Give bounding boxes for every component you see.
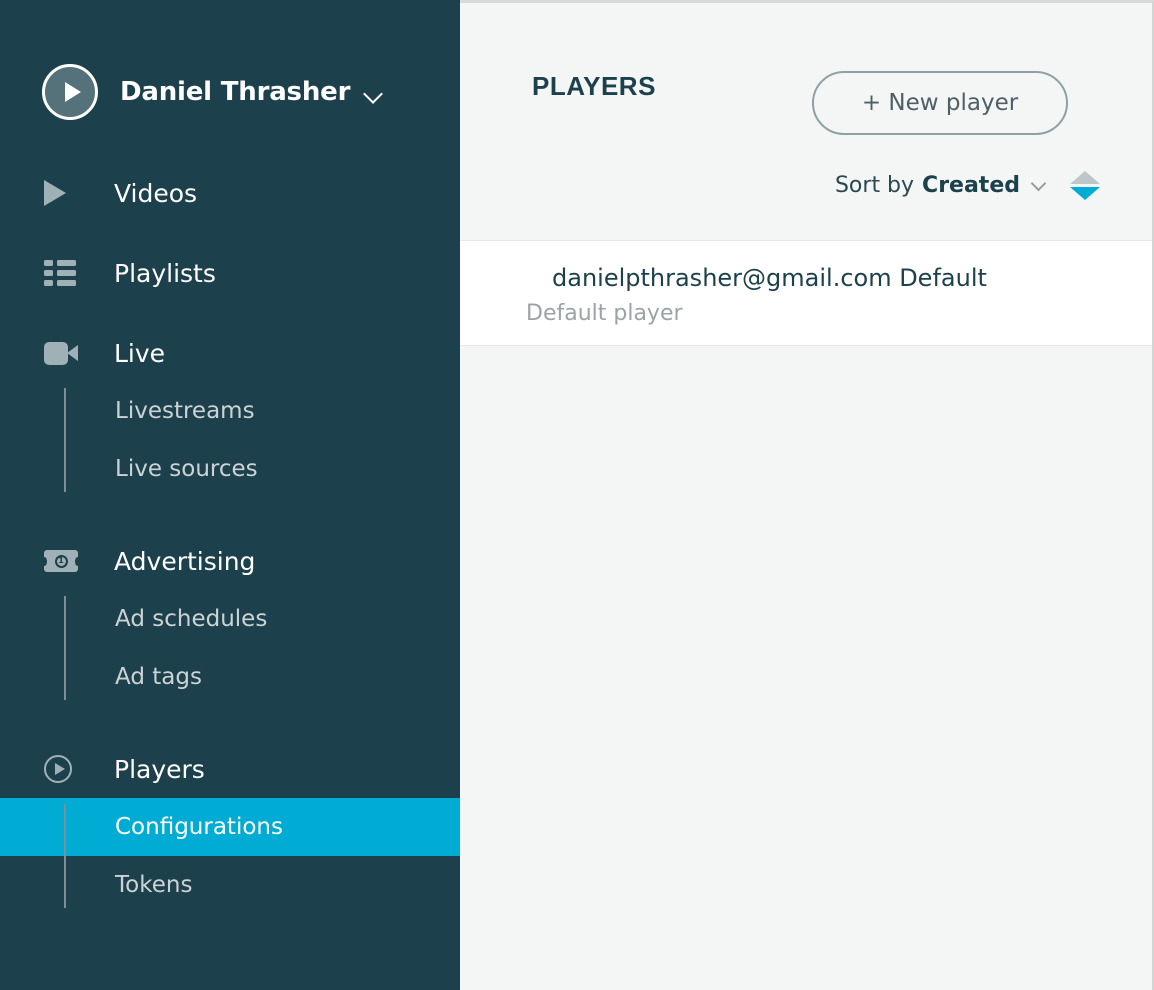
- sidebar-item-videos[interactable]: Videos: [0, 164, 460, 222]
- banknote-icon: 1: [42, 544, 84, 578]
- player-name: danielpthrasher@gmail.com Default: [552, 264, 987, 292]
- sidebar-item-playlists[interactable]: Playlists: [0, 244, 460, 302]
- sidebar-item-label: Videos: [114, 178, 198, 208]
- sidebar-item-livestreams[interactable]: Livestreams: [64, 382, 460, 440]
- sort-control: Sort by Created: [835, 171, 1100, 200]
- sidebar-item-tokens[interactable]: Tokens: [64, 856, 460, 914]
- sidebar-item-ad-schedules[interactable]: Ad schedules: [64, 590, 460, 648]
- sidebar-item-advertising[interactable]: 1 Advertising: [0, 532, 460, 590]
- sidebar: Daniel Thrasher Videos Playlists Live Li…: [0, 0, 460, 990]
- sidebar-item-ad-tags[interactable]: Ad tags: [64, 648, 460, 706]
- sidebar-subitem-label: Livestreams: [115, 398, 255, 424]
- sidebar-subitem-label: Ad schedules: [115, 606, 268, 632]
- sidebar-item-configurations[interactable]: Configurations: [0, 798, 460, 856]
- list-icon: [44, 256, 84, 290]
- new-player-button[interactable]: + New player: [812, 71, 1068, 135]
- player-description: Default player: [526, 301, 683, 326]
- account-name: Daniel Thrasher: [120, 77, 351, 107]
- video-camera-icon: [44, 336, 84, 370]
- sidebar-item-label: Live: [114, 338, 166, 368]
- play-circle-outline-icon: [44, 752, 84, 786]
- play-triangle-icon: [44, 176, 84, 210]
- sort-field-value[interactable]: Created: [922, 173, 1020, 198]
- app-root: Daniel Thrasher Videos Playlists Live Li…: [0, 0, 1154, 990]
- chevron-down-icon[interactable]: [363, 83, 384, 104]
- triangle-up-icon[interactable]: [1070, 171, 1100, 184]
- play-circle-avatar-icon: [42, 64, 98, 120]
- sidebar-item-label: Players: [114, 754, 205, 784]
- sidebar-item-label: Playlists: [114, 258, 216, 288]
- table-row[interactable]: danielpthrasher@gmail.com Default Defaul…: [460, 240, 1152, 346]
- page-title: PLAYERS: [532, 71, 656, 101]
- sidebar-subitem-label: Ad tags: [115, 664, 202, 690]
- sidebar-subitem-label: Live sources: [115, 456, 258, 482]
- sidebar-subgroup-live: Livestreams Live sources: [0, 382, 460, 498]
- avatar-play-triangle: [64, 82, 81, 102]
- panel-header: PLAYERS + New player Sort by Created: [460, 3, 1152, 240]
- chevron-down-icon[interactable]: [1030, 175, 1047, 192]
- sidebar-subgroup-advertising: Ad schedules Ad tags: [0, 590, 460, 706]
- sidebar-subgroup-players: Configurations Tokens: [0, 798, 460, 914]
- sidebar-subitem-label: Configurations: [115, 814, 283, 840]
- sort-by-label: Sort by: [834, 173, 915, 198]
- account-switcher[interactable]: Daniel Thrasher: [0, 44, 460, 140]
- sidebar-item-label: Advertising: [114, 546, 256, 576]
- main-content: PLAYERS + New player Sort by Created dan…: [460, 0, 1154, 990]
- sidebar-item-players[interactable]: Players: [0, 740, 460, 798]
- sort-direction-toggle[interactable]: [1070, 171, 1100, 200]
- sidebar-item-live[interactable]: Live: [0, 324, 460, 382]
- sidebar-item-live-sources[interactable]: Live sources: [64, 440, 460, 498]
- sidebar-nav: Videos Playlists Live Livestreams Live s…: [0, 164, 460, 914]
- sidebar-subitem-label: Tokens: [115, 872, 193, 898]
- triangle-down-icon[interactable]: [1070, 187, 1100, 200]
